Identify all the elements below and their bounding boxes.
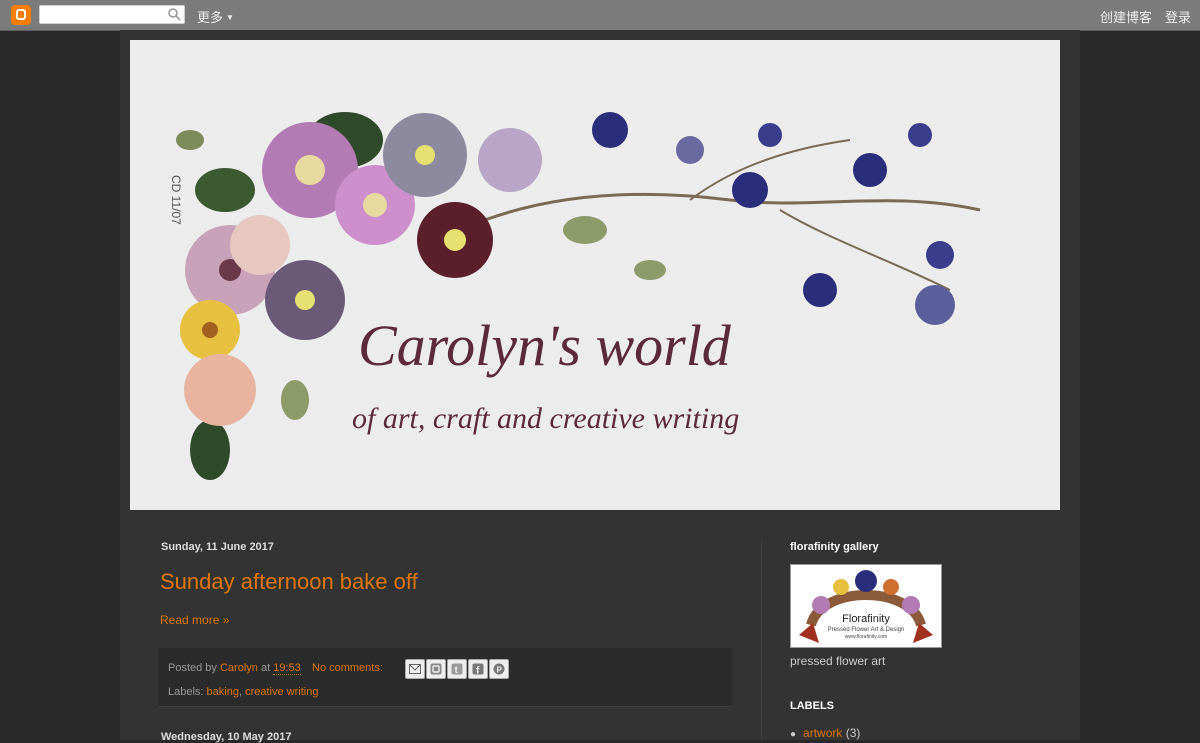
date-header: Sunday, 11 June 2017 [161, 541, 274, 553]
blog-title: Carolyn's world [358, 313, 732, 378]
label-count: (3) [845, 726, 861, 740]
facebook-icon[interactable]: f [468, 659, 488, 679]
date-header: Wednesday, 10 May 2017 [161, 731, 292, 743]
create-blog-link[interactable]: 创建博客 [1100, 7, 1152, 26]
post-time-link[interactable]: 19:53 [273, 662, 301, 675]
label-link-baking[interactable]: baking [207, 686, 239, 698]
share-buttons: t f P [405, 659, 510, 679]
florafinity-gallery-image[interactable]: Florafinity Pressed Flower Art & Design … [790, 564, 942, 648]
labels-prefix: Labels: [168, 686, 204, 698]
chevron-down-icon: ▼ [226, 13, 234, 22]
gallery-caption: pressed flower art [790, 654, 886, 668]
gallery-logo-url: www.florafinity.com [845, 634, 887, 640]
post-title-link[interactable]: Sunday afternoon bake off [160, 569, 418, 595]
comments-link[interactable]: No comments: [312, 662, 383, 674]
labels-list: ● artwork (3) [790, 726, 860, 740]
read-more-link[interactable]: Read more » [160, 613, 229, 627]
blogger-icon[interactable] [426, 659, 446, 679]
sign-in-link[interactable]: 登录 [1165, 7, 1191, 26]
column-divider [761, 540, 762, 740]
header-side-note: CD 11/07 [169, 175, 183, 225]
svg-text:P: P [497, 666, 503, 675]
posted-by-label: Posted by [168, 662, 217, 674]
search-input[interactable] [39, 5, 185, 24]
post-footer: Posted by Carolyn at 19:53 No comments: … [158, 648, 732, 707]
more-menu-label: 更多 [197, 10, 224, 25]
label-link-artwork[interactable]: artwork [803, 726, 842, 740]
gallery-logo-title: Florafinity [842, 613, 890, 625]
more-menu[interactable]: 更多 ▼ [197, 7, 234, 26]
post-meta: Posted by Carolyn at 19:53 [168, 662, 301, 675]
post-labels: Labels: baking, creative writing [168, 686, 318, 698]
at-label: at [260, 662, 271, 674]
navbar: 更多 ▼ 创建博客 登录 [0, 0, 1200, 31]
pinterest-icon[interactable]: P [489, 659, 509, 679]
twitter-icon[interactable]: t [447, 659, 467, 679]
author-link[interactable]: Carolyn [220, 662, 258, 674]
search-icon[interactable] [168, 8, 181, 21]
header-image[interactable]: CD 11/07 Carolyn's world of art, craft a… [130, 40, 1060, 510]
label-link-creative-writing[interactable]: creative writing [245, 686, 318, 698]
blogger-logo-icon[interactable] [11, 5, 31, 25]
gallery-logo-subtitle: Pressed Flower Art & Design [828, 627, 905, 633]
gallery-widget-title: florafinity gallery [790, 541, 879, 553]
labels-widget-title: LABELS [790, 700, 834, 712]
blog-subtitle: of art, craft and creative writing [352, 402, 739, 435]
email-icon[interactable] [405, 659, 425, 679]
list-bullet: ● [790, 729, 797, 740]
